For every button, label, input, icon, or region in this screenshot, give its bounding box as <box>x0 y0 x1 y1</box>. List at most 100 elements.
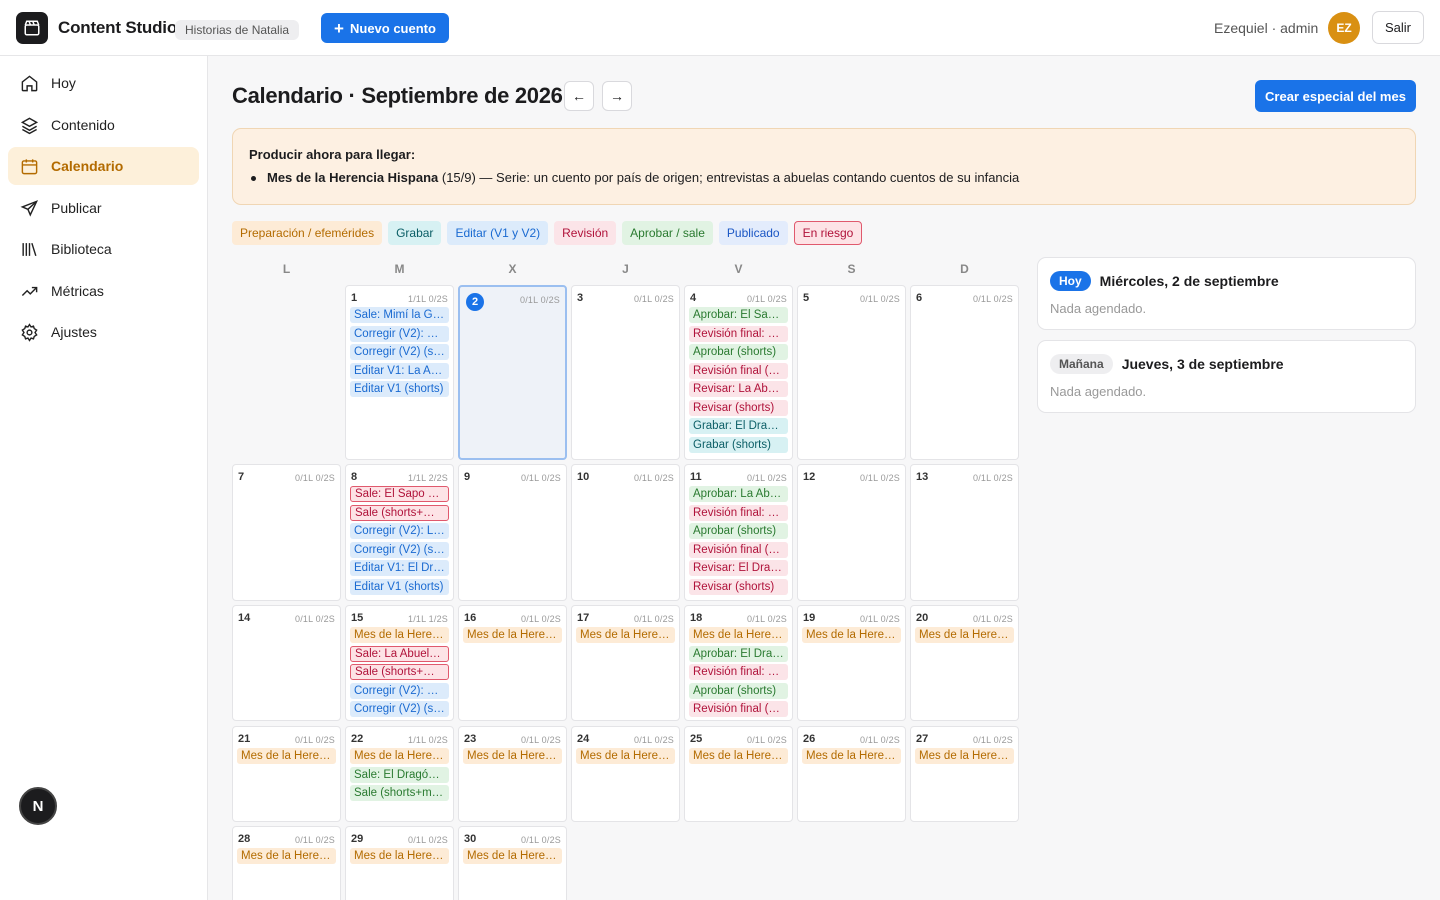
calendar-event[interactable]: Sale: La Abuela Cuenta <box>350 645 449 662</box>
calendar-event[interactable]: Aprobar: El Dragón <box>689 645 788 662</box>
calendar-day-19[interactable]: 19 0/1L 0/2S Mes de la Herencia Hispana <box>797 605 906 721</box>
calendar-event[interactable]: Mes de la Herencia Hispana <box>237 848 336 864</box>
calendar-day-21[interactable]: 21 0/1L 0/2S Mes de la Herencia Hispana <box>232 726 341 822</box>
calendar-event[interactable]: Sale (shorts+mini) <box>350 785 449 801</box>
sidebar-item-hoy[interactable]: Hoy <box>8 64 199 102</box>
calendar-event[interactable]: Mes de la Herencia Hispana <box>915 627 1014 643</box>
calendar-event[interactable]: Corregir (V2) (shorts) <box>350 541 449 558</box>
calendar-day-28[interactable]: 28 0/1L 0/2S Mes de la Herencia Hispana <box>232 826 341 900</box>
calendar-day-4[interactable]: 4 0/1L 0/2S Aprobar: El Sapo Saltarín Revis… <box>684 285 793 460</box>
calendar-event[interactable]: Mes de la Herencia Hispana <box>463 848 562 864</box>
create-special-button[interactable]: Crear especial del mes <box>1255 80 1416 112</box>
workspace-badge[interactable]: Historias de Natalia <box>175 20 300 40</box>
calendar-event[interactable]: Sale (shorts+mini) <box>350 664 449 680</box>
sidebar-item-ajustes[interactable]: Ajustes <box>8 313 199 351</box>
calendar-event[interactable]: Revisar: El Dragón <box>689 560 788 576</box>
calendar-day-10[interactable]: 10 0/1L 0/2S <box>571 464 680 601</box>
calendar-icon <box>21 158 38 174</box>
calendar-event[interactable]: Revisión final (shorts) <box>689 541 788 558</box>
calendar-event[interactable]: Revisión final: El Sapo <box>689 325 788 342</box>
calendar-event[interactable]: Mes de la Herencia Hispana <box>463 627 562 643</box>
sidebar-item-metricas[interactable]: Métricas <box>8 272 199 310</box>
calendar-event[interactable]: Mes de la Herencia Hispana <box>463 748 562 764</box>
calendar-event[interactable]: Editar V1: El Dragón <box>350 560 449 576</box>
calendar-day-2[interactable]: 2 0/1L 0/2S <box>458 285 567 460</box>
calendar-event[interactable]: Grabar (shorts) <box>689 436 788 453</box>
calendar-day-27[interactable]: 27 0/1L 0/2S Mes de la Herencia Hispana <box>910 726 1019 822</box>
calendar-day-12[interactable]: 12 0/1L 0/2S <box>797 464 906 601</box>
calendar-event[interactable]: Mes de la Herencia Hispana <box>802 748 901 764</box>
calendar-event[interactable]: Mes de la Herencia Hispana <box>576 748 675 764</box>
calendar-day-8[interactable]: 8 1/1L 2/2S Sale: El Sapo Saltarín Sale (sh… <box>345 464 454 601</box>
calendar-event[interactable]: Sale (shorts+mini) <box>350 504 449 521</box>
calendar-day-7[interactable]: 7 0/1L 0/2S <box>232 464 341 601</box>
calendar-day-26[interactable]: 26 0/1L 0/2S Mes de la Herencia Hispana <box>797 726 906 822</box>
calendar-event[interactable]: Sale: Mimí la Gata <box>350 307 449 323</box>
calendar-event[interactable]: Mes de la Herencia Hispana <box>350 748 449 764</box>
calendar-event[interactable]: Mes de la Herencia Hispana <box>915 748 1014 764</box>
avatar[interactable]: EZ <box>1328 12 1360 44</box>
calendar-day-15[interactable]: 15 1/1L 1/2S Mes de la Herencia Hispana Sal… <box>345 605 454 721</box>
alert-title: Producir ahora para llegar: <box>249 147 416 162</box>
calendar-day-11[interactable]: 11 0/1L 0/2S Aprobar: La Abuela Revisión fi… <box>684 464 793 601</box>
calendar-event[interactable]: Grabar: El Dragón <box>689 418 788 434</box>
calendar-day-25[interactable]: 25 0/1L 0/2S Mes de la Herencia Hispana <box>684 726 793 822</box>
calendar-event[interactable]: Editar V1 (shorts) <box>350 381 449 397</box>
calendar-event[interactable]: Aprobar (shorts) <box>689 523 788 539</box>
calendar-day-29[interactable]: 29 0/1L 0/2S Mes de la Herencia Hispana <box>345 826 454 900</box>
calendar-day-6[interactable]: 6 0/1L 0/2S <box>910 285 1019 460</box>
calendar-day-5[interactable]: 5 0/1L 0/2S <box>797 285 906 460</box>
calendar-day-18[interactable]: 18 0/1L 0/2S Mes de la Herencia Hispana Apr… <box>684 605 793 721</box>
next-devtools-badge[interactable]: N <box>19 787 57 825</box>
calendar-event[interactable]: Editar V1: La Abuela <box>350 362 449 379</box>
calendar-event[interactable]: Revisión final (shorts) <box>689 701 788 717</box>
calendar-day-17[interactable]: 17 0/1L 0/2S Mes de la Herencia Hispana <box>571 605 680 721</box>
calendar-event[interactable]: Mes de la Herencia Hispana <box>350 627 449 643</box>
new-story-button[interactable]: + Nuevo cuento <box>321 13 449 43</box>
calendar-day-9[interactable]: 9 0/1L 0/2S <box>458 464 567 601</box>
calendar-event[interactable]: Corregir (V2): El Sapo <box>350 325 449 342</box>
calendar-event[interactable]: Aprobar: La Abuela <box>689 486 788 502</box>
calendar-day-14[interactable]: 14 0/1L 0/2S <box>232 605 341 721</box>
calendar-event[interactable]: Aprobar (shorts) <box>689 344 788 360</box>
calendar-event[interactable]: Mes de la Herencia Hispana <box>689 627 788 643</box>
calendar-event[interactable]: Revisar (shorts) <box>689 399 788 416</box>
calendar-event[interactable]: Revisar (shorts) <box>689 578 788 595</box>
calendar-event[interactable]: Editar V1 (shorts) <box>350 578 449 595</box>
calendar-event[interactable]: Corregir (V2): La Abuela <box>350 523 449 539</box>
sidebar-item-publicar[interactable]: Publicar <box>8 189 199 227</box>
calendar-event[interactable]: Corregir (V2) (shorts) <box>350 701 449 717</box>
logout-button[interactable]: Salir <box>1372 11 1424 44</box>
day-quota: 1/1L 0/2S <box>408 735 448 745</box>
sidebar-item-biblioteca[interactable]: Biblioteca <box>8 230 199 268</box>
calendar-day-20[interactable]: 20 0/1L 0/2S Mes de la Herencia Hispana <box>910 605 1019 721</box>
calendar-event[interactable]: Aprobar: El Sapo Saltarín <box>689 307 788 323</box>
calendar-event[interactable]: Revisión final: El Dragón <box>689 664 788 680</box>
sidebar-item-calendario[interactable]: Calendario <box>8 147 199 185</box>
calendar-day-13[interactable]: 13 0/1L 0/2S <box>910 464 1019 601</box>
calendar-day-22[interactable]: 22 1/1L 0/2S Mes de la Herencia Hispana Sal… <box>345 726 454 822</box>
calendar-day-3[interactable]: 3 0/1L 0/2S <box>571 285 680 460</box>
clapperboard-logo-icon[interactable] <box>16 12 48 44</box>
calendar-event[interactable]: Sale: El Dragón Dormilón <box>350 766 449 783</box>
calendar-event[interactable]: Revisar: La Abuela <box>689 381 788 397</box>
calendar-day-30[interactable]: 30 0/1L 0/2S Mes de la Herencia Hispana <box>458 826 567 900</box>
calendar-event[interactable]: Corregir (V2): El Dragón <box>350 682 449 699</box>
calendar-day-23[interactable]: 23 0/1L 0/2S Mes de la Herencia Hispana <box>458 726 567 822</box>
calendar-event[interactable]: Mes de la Herencia Hispana <box>689 748 788 764</box>
next-month-button[interactable]: → <box>602 81 632 111</box>
calendar-day-16[interactable]: 16 0/1L 0/2S Mes de la Herencia Hispana <box>458 605 567 721</box>
calendar-day-1[interactable]: 1 1/1L 0/2S Sale: Mimí la Gata Corregir (V2… <box>345 285 454 460</box>
calendar-event[interactable]: Sale: El Sapo Saltarín <box>350 486 449 502</box>
calendar-event[interactable]: Mes de la Herencia Hispana <box>576 627 675 643</box>
calendar-day-24[interactable]: 24 0/1L 0/2S Mes de la Herencia Hispana <box>571 726 680 822</box>
calendar-event[interactable]: Corregir (V2) (shorts) <box>350 344 449 360</box>
calendar-event[interactable]: Revisión final (shorts) <box>689 362 788 379</box>
calendar-event[interactable]: Mes de la Herencia Hispana <box>802 627 901 643</box>
calendar-event[interactable]: Revisión final: La Abuela <box>689 504 788 521</box>
prev-month-button[interactable]: ← <box>564 81 594 111</box>
calendar-event[interactable]: Mes de la Herencia Hispana <box>237 748 336 764</box>
calendar-event[interactable]: Aprobar (shorts) <box>689 682 788 699</box>
sidebar-item-contenido[interactable]: Contenido <box>8 106 199 144</box>
calendar-event[interactable]: Mes de la Herencia Hispana <box>350 848 449 864</box>
